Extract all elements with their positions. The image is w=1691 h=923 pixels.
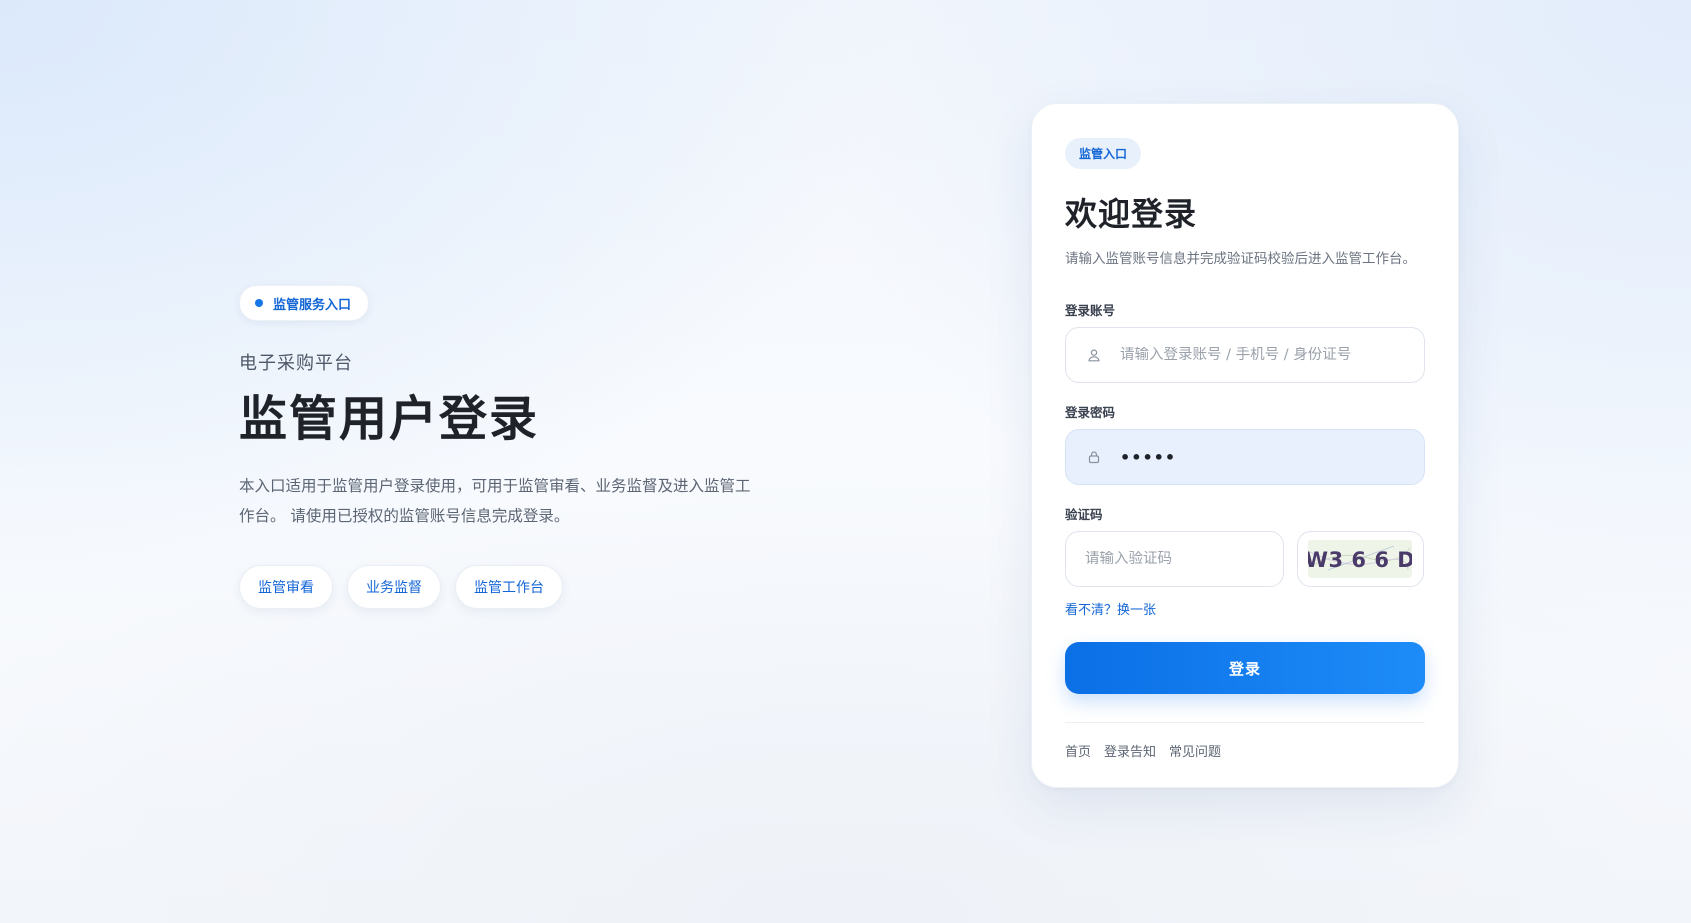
footer-link-home[interactable]: 首页	[1065, 741, 1091, 760]
password-input[interactable]	[1120, 447, 1408, 467]
chip-business-supervision[interactable]: 业务监督	[347, 565, 441, 609]
login-title: 欢迎登录	[1065, 195, 1198, 233]
captcha-code-text: W3 6 6 D	[1308, 548, 1412, 572]
footer-link-login-notice[interactable]: 登录告知	[1104, 741, 1156, 760]
login-card: 监管入口 欢迎登录 请输入监管账号信息并完成验证码校验后进入监管工作台。 登录账…	[1031, 103, 1459, 788]
user-icon	[1086, 347, 1102, 363]
captcha-label: 验证码	[1065, 507, 1103, 522]
captcha-field[interactable]	[1065, 531, 1284, 587]
service-entry-badge-label: 监管服务入口	[273, 297, 352, 313]
badge-dot-icon	[255, 299, 263, 307]
account-input[interactable]	[1120, 347, 1408, 363]
service-entry-badge: 监管服务入口	[239, 285, 370, 321]
password-label: 登录密码	[1065, 405, 1116, 420]
account-label: 登录账号	[1065, 303, 1116, 318]
hero-description: 本入口适用于监管用户登录使用，可用于监管审看、业务监督及进入监管工作台。 请使用…	[239, 477, 751, 525]
login-button[interactable]: 登录	[1065, 642, 1425, 694]
captcha-input[interactable]	[1085, 551, 1267, 567]
hero-section: 监管服务入口 电子采购平台 监管用户登录 本入口适用于监管用户登录使用，可用于监…	[239, 285, 799, 609]
refresh-captcha-link[interactable]: 看不清？换一张	[1065, 599, 1156, 618]
lock-icon	[1086, 449, 1102, 465]
login-description: 请输入监管账号信息并完成验证码校验后进入监管工作台。	[1065, 251, 1416, 267]
login-entry-badge: 监管入口	[1065, 138, 1142, 169]
chip-supervision-workbench[interactable]: 监管工作台	[455, 565, 563, 609]
footer-links: 首页 登录告知 常见问题	[1065, 741, 1424, 760]
page-title: 监管用户登录	[239, 391, 540, 447]
captcha-row: W3 6 6 D	[1065, 531, 1424, 587]
feature-chips: 监管审看 业务监督 监管工作台	[239, 565, 799, 609]
captcha-image[interactable]: W3 6 6 D	[1296, 531, 1424, 587]
platform-subtitle: 电子采购平台	[239, 353, 353, 374]
footer-link-faq[interactable]: 常见问题	[1169, 741, 1221, 760]
card-divider	[1065, 722, 1425, 723]
chip-supervision-review[interactable]: 监管审看	[239, 565, 333, 609]
password-field[interactable]	[1065, 429, 1425, 485]
account-field[interactable]	[1065, 327, 1425, 383]
